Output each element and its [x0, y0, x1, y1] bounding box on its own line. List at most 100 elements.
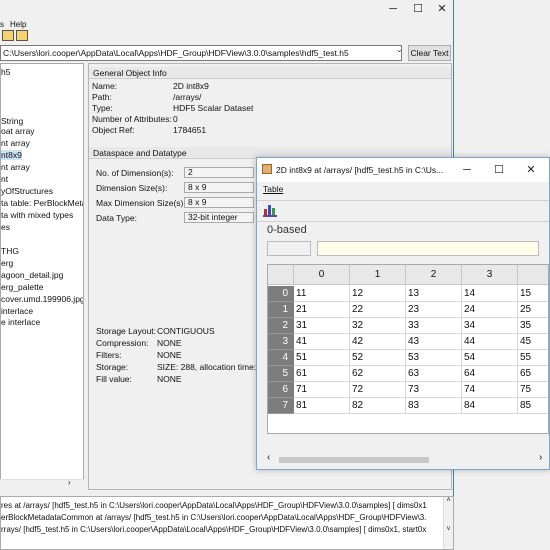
table-cell[interactable]: 64: [462, 366, 518, 382]
status-log: res at /arrays/ [hdf5_test.h5 in C:\User…: [0, 496, 454, 550]
column-header[interactable]: 1: [350, 265, 406, 285]
tree-item[interactable]: erg: [1, 258, 13, 268]
table-cell[interactable]: 44: [462, 334, 518, 350]
table-cell[interactable]: 11: [294, 286, 350, 302]
tree-item[interactable]: e interlace: [1, 317, 40, 327]
cell-value-editor[interactable]: [317, 241, 539, 256]
table-cell[interactable]: 15: [518, 286, 548, 302]
table-cell[interactable]: 35: [518, 318, 548, 334]
table-cell[interactable]: 42: [350, 334, 406, 350]
table-cell[interactable]: 82: [350, 398, 406, 414]
table-cell[interactable]: 13: [406, 286, 462, 302]
chevron-down-icon[interactable]: ˅: [444, 526, 453, 533]
table-cell[interactable]: 33: [406, 318, 462, 334]
tree-item[interactable]: yOfStructures: [1, 186, 53, 196]
tree-item[interactable]: h5: [1, 67, 10, 77]
table-cell[interactable]: 53: [406, 350, 462, 366]
table-cell[interactable]: 45: [518, 334, 548, 350]
menu-item-help[interactable]: Help: [10, 20, 26, 29]
cell-location-field[interactable]: [267, 241, 311, 256]
close-button[interactable]: ✕: [519, 158, 543, 182]
column-header[interactable]: 3: [462, 265, 518, 285]
row-header[interactable]: 3: [268, 334, 294, 350]
table-cell[interactable]: 84: [462, 398, 518, 414]
tree-item[interactable]: ta table: PerBlockMeta: [1, 198, 83, 208]
close-file-icon[interactable]: [16, 30, 28, 41]
dataset-window-titlebar[interactable]: 2D int8x9 at /arrays/ [hdf5_test.h5 in C…: [257, 158, 549, 182]
table-cell[interactable]: 83: [406, 398, 462, 414]
chevron-up-icon[interactable]: ˄: [444, 497, 453, 504]
tree-item[interactable]: agoon_detail.jpg: [1, 270, 63, 280]
tree-item[interactable]: cover.umd.199906.jpg: [1, 294, 83, 304]
tree-item[interactable]: nt array: [1, 138, 30, 148]
file-path-input[interactable]: C:\Users\lori.cooper\AppData\Local\Apps\…: [0, 45, 402, 61]
column-header[interactable]: 2: [406, 265, 462, 285]
row-header[interactable]: 2: [268, 318, 294, 334]
table-cell[interactable]: 74: [462, 382, 518, 398]
maximize-button[interactable]: ☐: [406, 0, 430, 20]
table-cell[interactable]: 32: [350, 318, 406, 334]
row-header[interactable]: 6: [268, 382, 294, 398]
row-header[interactable]: 0: [268, 286, 294, 302]
tree-item[interactable]: THG: [1, 246, 19, 256]
table-horizontal-scrollbar[interactable]: ‹ ›: [267, 452, 549, 466]
table-cell[interactable]: 31: [294, 318, 350, 334]
table-cell[interactable]: 41: [294, 334, 350, 350]
row-header[interactable]: 5: [268, 366, 294, 382]
table-cell[interactable]: 51: [294, 350, 350, 366]
table-cell[interactable]: 34: [462, 318, 518, 334]
tree-item[interactable]: es: [1, 222, 10, 232]
close-button[interactable]: ✕: [430, 0, 454, 20]
column-header[interactable]: [518, 265, 548, 285]
tree-horizontal-scrollbar[interactable]: ›: [0, 478, 84, 488]
maximize-button[interactable]: ☐: [487, 158, 511, 182]
table-cell[interactable]: 54: [462, 350, 518, 366]
minimize-button[interactable]: ─: [381, 0, 405, 20]
chevron-right-icon[interactable]: ›: [68, 478, 71, 487]
table-cell[interactable]: 21: [294, 302, 350, 318]
table-cell[interactable]: 43: [406, 334, 462, 350]
table-cell[interactable]: 85: [518, 398, 548, 414]
table-cell[interactable]: 81: [294, 398, 350, 414]
table-cell[interactable]: 63: [406, 366, 462, 382]
table-cell[interactable]: 14: [462, 286, 518, 302]
log-scrollbar[interactable]: ˄ ˅: [443, 497, 453, 549]
dataspace-label: Data Type:: [96, 213, 137, 223]
tree-item[interactable]: erg_palette: [1, 282, 44, 292]
menu-item-table[interactable]: Table: [263, 184, 283, 194]
table-cell[interactable]: 72: [350, 382, 406, 398]
menu-item-partial[interactable]: s: [0, 20, 4, 29]
chart-icon[interactable]: [263, 205, 277, 217]
chevron-left-icon[interactable]: ‹: [267, 452, 270, 463]
table-corner: [268, 265, 294, 285]
table-cell[interactable]: 62: [350, 366, 406, 382]
table-cell[interactable]: 52: [350, 350, 406, 366]
row-header[interactable]: 1: [268, 302, 294, 318]
table-cell[interactable]: 73: [406, 382, 462, 398]
tree-item[interactable]: ta with mixed types: [1, 210, 73, 220]
row-header[interactable]: 4: [268, 350, 294, 366]
open-file-icon[interactable]: [2, 30, 14, 41]
tree-item[interactable]: nt8x9: [1, 150, 22, 160]
scrollbar-thumb[interactable]: [279, 457, 429, 463]
table-cell[interactable]: 75: [518, 382, 548, 398]
table-cell[interactable]: 65: [518, 366, 548, 382]
tree-item[interactable]: nt array: [1, 162, 30, 172]
minimize-button[interactable]: ─: [455, 158, 479, 182]
column-header[interactable]: 0: [294, 265, 350, 285]
table-cell[interactable]: 25: [518, 302, 548, 318]
table-cell[interactable]: 71: [294, 382, 350, 398]
table-cell[interactable]: 12: [350, 286, 406, 302]
table-cell[interactable]: 55: [518, 350, 548, 366]
tree-item[interactable]: oat array: [1, 126, 35, 136]
clear-text-button[interactable]: Clear Text: [408, 45, 451, 61]
tree-item[interactable]: nt: [1, 174, 8, 184]
table-cell[interactable]: 61: [294, 366, 350, 382]
table-cell[interactable]: 24: [462, 302, 518, 318]
table-cell[interactable]: 22: [350, 302, 406, 318]
tree-item[interactable]: interlace: [1, 306, 33, 316]
table-cell[interactable]: 23: [406, 302, 462, 318]
tree-item[interactable]: String: [1, 116, 23, 126]
row-header[interactable]: 7: [268, 398, 294, 414]
chevron-right-icon[interactable]: ›: [539, 452, 542, 463]
